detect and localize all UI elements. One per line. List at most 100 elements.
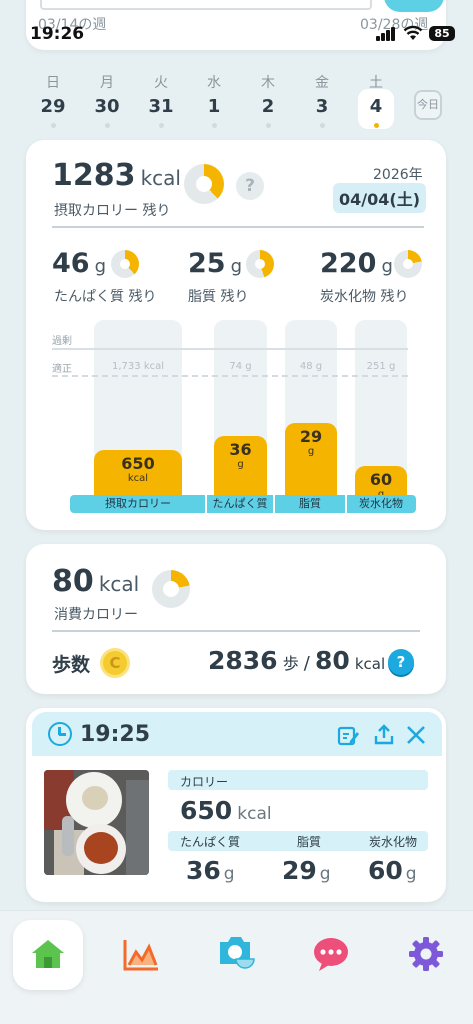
coin-icon[interactable]: C bbox=[100, 648, 130, 678]
burn-label: 消費カロリー bbox=[54, 607, 138, 623]
intake-pie-icon bbox=[184, 164, 224, 204]
steps-label: 歩数 bbox=[52, 654, 91, 676]
bar-unit: g bbox=[307, 446, 315, 457]
meal-macro-label: たんぱく質 bbox=[180, 835, 241, 849]
protein-remaining-label: たんぱく質 残り bbox=[54, 289, 157, 305]
day-3[interactable]: 水1 bbox=[191, 72, 237, 128]
camera-meal-icon[interactable] bbox=[216, 934, 256, 972]
meal-photo[interactable] bbox=[44, 770, 149, 875]
day-of-week: 土 bbox=[369, 75, 383, 91]
settings-icon[interactable] bbox=[408, 936, 444, 972]
bar-value: 60 bbox=[369, 470, 393, 489]
day-1[interactable]: 月 30 bbox=[84, 72, 130, 128]
meal-macro-label: 脂質 bbox=[296, 835, 321, 849]
meal-kcal-value: 650 bbox=[180, 796, 233, 825]
status-time: 19:26 bbox=[30, 24, 85, 44]
steps-help-button[interactable]: ? bbox=[388, 649, 414, 675]
carb-remaining: 220 g bbox=[320, 248, 393, 279]
fat-remaining-label: 脂質 残り bbox=[188, 289, 249, 305]
day-number: 3 bbox=[315, 96, 329, 117]
divider bbox=[52, 226, 424, 228]
home-icon[interactable] bbox=[30, 937, 66, 971]
day-number: 31 bbox=[148, 96, 174, 117]
date-selector[interactable]: 04/04(土) bbox=[333, 183, 427, 213]
day-number: 30 bbox=[94, 96, 120, 117]
category-label: たんぱく質 bbox=[212, 497, 268, 510]
close-icon[interactable] bbox=[406, 725, 426, 745]
steps-kcal-value: 80 bbox=[314, 646, 350, 675]
day-6[interactable]: 土4 bbox=[353, 72, 399, 128]
day-of-week: 日 bbox=[46, 75, 60, 91]
day-4[interactable]: 木2 bbox=[245, 72, 291, 128]
burn-divider bbox=[52, 630, 420, 632]
meal-kcal-label: カロリー bbox=[180, 775, 229, 789]
bar-unit: g bbox=[237, 459, 244, 470]
burn-pie-icon bbox=[152, 570, 190, 608]
bar-fill: 29 g bbox=[285, 423, 337, 495]
chat-icon[interactable] bbox=[312, 936, 350, 972]
fat-pie-icon bbox=[246, 250, 274, 278]
signal-icon bbox=[376, 27, 398, 41]
day-dot bbox=[265, 123, 271, 128]
meal-macro-value: 60 g bbox=[368, 856, 417, 885]
year-label: 2026年 bbox=[373, 167, 423, 183]
steps-separator: / bbox=[303, 653, 310, 674]
burn-kcal-unit: kcal bbox=[98, 572, 140, 596]
day-dot bbox=[319, 123, 325, 128]
bar-value: 650 bbox=[121, 454, 155, 473]
meal-macro-label: 炭水化物 bbox=[368, 835, 417, 849]
day-of-week: 月 bbox=[100, 75, 114, 91]
protein-remaining: 46 g bbox=[52, 248, 107, 279]
steps-value: 2836 bbox=[208, 646, 278, 675]
bar-fill: 60g bbox=[355, 466, 407, 500]
carb-remaining-label: 炭水化物 残り bbox=[320, 289, 409, 305]
wifi-icon bbox=[403, 25, 423, 40]
intake-kcal-label: 摂取カロリー 残り bbox=[54, 203, 171, 219]
day-number: 1 bbox=[207, 96, 221, 117]
day-0[interactable]: 日 29 bbox=[30, 72, 76, 128]
day-dot bbox=[158, 123, 164, 128]
burn-kcal: 80 kcal bbox=[52, 564, 139, 599]
target-label: 251 g bbox=[366, 361, 396, 372]
meal-kcal-unit: kcal bbox=[237, 804, 272, 824]
category-separator bbox=[273, 495, 275, 513]
category-label: 脂質 bbox=[299, 497, 321, 510]
fat-remaining: 25 g bbox=[188, 248, 243, 279]
target-label: 74 g bbox=[229, 361, 252, 372]
category-separator bbox=[205, 495, 207, 513]
day-of-week: 金 bbox=[315, 75, 329, 91]
chart-icon[interactable] bbox=[122, 938, 160, 972]
day-number: 4 bbox=[369, 96, 383, 117]
today-button[interactable]: 今日 bbox=[414, 90, 442, 120]
category-separator bbox=[345, 495, 347, 513]
meal-macro-value: 29 g bbox=[282, 856, 331, 885]
over-label: 過剰 bbox=[52, 336, 72, 347]
meal-kcal: 650 kcal bbox=[180, 796, 272, 825]
steps-kcal-unit: kcal bbox=[354, 655, 386, 673]
day-2[interactable]: 火 31 bbox=[138, 72, 184, 128]
day-5[interactable]: 金3 bbox=[299, 72, 345, 128]
day-of-week: 水 bbox=[207, 75, 221, 91]
help-icon[interactable]: ? bbox=[236, 172, 264, 200]
burn-kcal-value: 80 bbox=[52, 564, 94, 599]
day-dot bbox=[50, 123, 56, 128]
edit-icon[interactable] bbox=[336, 724, 360, 748]
meal-time: 19:25 bbox=[80, 722, 151, 747]
day-of-week: 木 bbox=[261, 75, 275, 91]
over-guide-line bbox=[52, 348, 408, 350]
category-label: 摂取カロリー bbox=[105, 497, 171, 510]
carb-pie-icon bbox=[394, 250, 422, 278]
week-range-indicator bbox=[384, 0, 444, 12]
clock-icon bbox=[48, 722, 72, 746]
ok-guide-line bbox=[52, 375, 408, 377]
steps-summary: 2836 歩 / 80 kcal bbox=[208, 646, 385, 675]
category-label: 炭水化物 bbox=[359, 497, 403, 510]
day-dot bbox=[211, 123, 217, 128]
intake-kcal: 1283 kcal bbox=[52, 158, 181, 193]
meal-macro-value: 36 g bbox=[186, 856, 235, 885]
target-label: 1,733 kcal bbox=[111, 361, 165, 372]
bar-fill: 36 g bbox=[214, 436, 267, 495]
share-icon[interactable] bbox=[372, 723, 396, 747]
bar-value: 36 bbox=[229, 440, 252, 459]
battery-indicator: 85 bbox=[429, 26, 455, 41]
